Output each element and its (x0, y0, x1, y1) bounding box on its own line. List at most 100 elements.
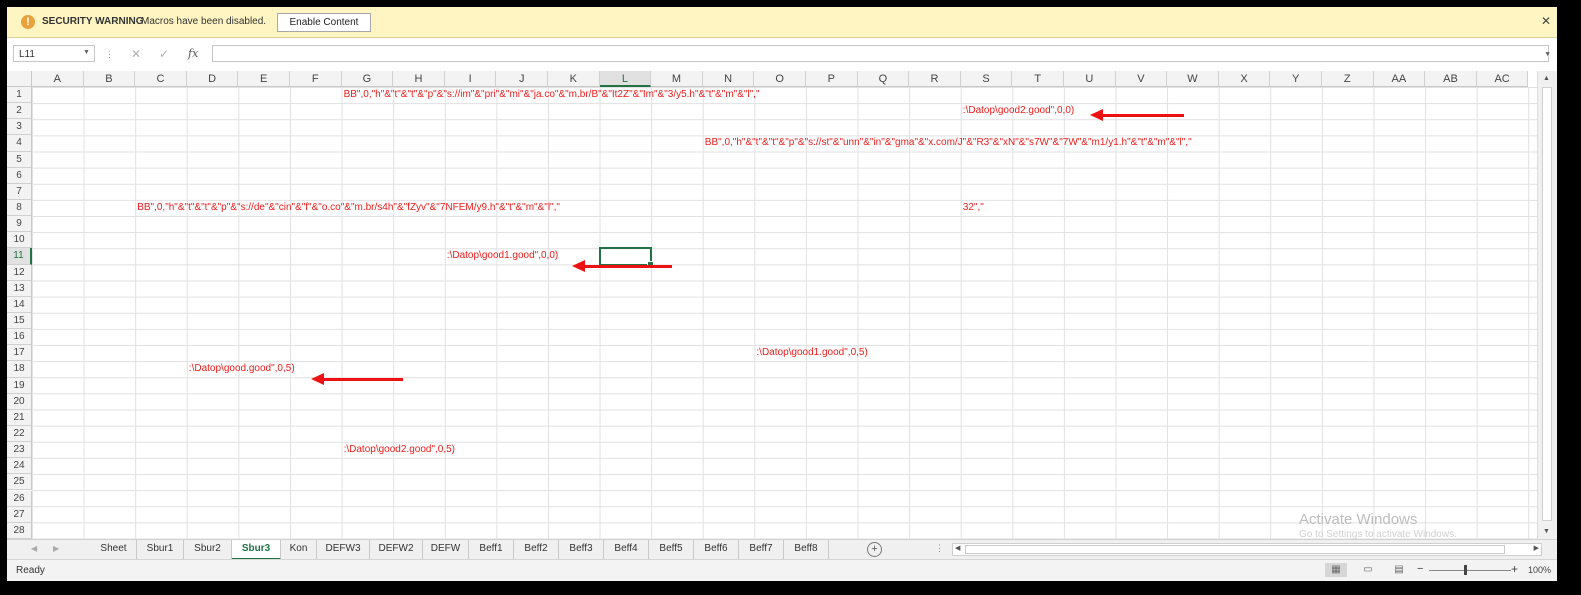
column-header-n[interactable]: N (702, 71, 755, 87)
column-header-c[interactable]: C (135, 71, 187, 87)
row-header-3[interactable]: 3 (7, 119, 32, 136)
zoom-slider-thumb[interactable] (1464, 565, 1467, 575)
cell-text[interactable]: :\Datop\good1.good",0,5) (756, 346, 867, 360)
horizontal-scroll-thumb[interactable] (965, 545, 1505, 554)
tab-defw[interactable]: DEFW (423, 540, 469, 559)
column-header-g[interactable]: G (341, 71, 394, 87)
row-header-8[interactable]: 8 (7, 199, 32, 217)
row-header-7[interactable]: 7 (7, 183, 32, 200)
column-header-x[interactable]: X (1218, 71, 1271, 87)
chevron-down-icon[interactable]: ▼ (1544, 51, 1551, 58)
row-header-22[interactable]: 22 (7, 425, 32, 443)
tab-beff6[interactable]: Beff6 (694, 540, 739, 559)
column-header-i[interactable]: I (444, 71, 497, 87)
tab-split-handle-icon[interactable]: ⋮ (935, 543, 944, 554)
cancel-icon[interactable]: ✕ (131, 47, 141, 61)
row-header-14[interactable]: 14 (7, 296, 32, 313)
tab-sheet[interactable]: Sheet (91, 540, 137, 559)
row-header-4[interactable]: 4 (7, 135, 32, 152)
scroll-up-icon[interactable]: ▲ (1543, 75, 1550, 82)
cell-text[interactable]: :\Datop\good2.good",0,5) (344, 443, 455, 457)
column-header-l[interactable]: L (599, 71, 652, 87)
column-header-w[interactable]: W (1167, 71, 1219, 87)
column-header-aa[interactable]: AA (1373, 71, 1426, 87)
row-header-15[interactable]: 15 (7, 312, 32, 330)
column-header-m[interactable]: M (651, 71, 703, 87)
tab-beff5[interactable]: Beff5 (649, 540, 694, 559)
column-header-z[interactable]: Z (1322, 71, 1374, 87)
scroll-down-icon[interactable]: ▼ (1543, 528, 1550, 535)
scroll-left-icon[interactable]: ◀ (955, 544, 960, 552)
column-header-e[interactable]: E (238, 71, 290, 87)
cell-text[interactable]: :\Datop\good2.good",0,0) (963, 104, 1074, 118)
row-header-17[interactable]: 17 (7, 345, 32, 362)
insert-function-icon[interactable]: fx (188, 47, 198, 60)
zoom-slider[interactable] (1429, 570, 1511, 571)
add-sheet-icon[interactable]: + (867, 542, 882, 557)
horizontal-scrollbar[interactable]: ◀ ▶ (952, 543, 1542, 556)
row-header-9[interactable]: 9 (7, 216, 32, 233)
vertical-scroll-thumb[interactable] (1542, 87, 1552, 521)
cell-text[interactable]: BB",0,"h"&"t"&"t"&"p"&"s://de"&"cin"&"f"… (137, 201, 560, 215)
column-header-ac[interactable]: AC (1476, 71, 1529, 87)
column-header-k[interactable]: K (548, 71, 600, 87)
cell-text[interactable]: BB",0,"h"&"t"&"t"&"p"&"s://st"&"unn"&"in… (705, 136, 1192, 150)
zoom-out-button[interactable]: − (1417, 563, 1423, 575)
column-header-v[interactable]: V (1115, 71, 1168, 87)
row-header-20[interactable]: 20 (7, 393, 32, 410)
page-break-view-icon[interactable]: ▤ (1388, 563, 1410, 577)
column-header-j[interactable]: J (496, 71, 548, 87)
row-header-25[interactable]: 25 (7, 474, 32, 491)
zoom-in-button[interactable]: + (1511, 562, 1518, 576)
cell-text[interactable]: :\Datop\good.good",0,5) (189, 362, 295, 376)
column-header-b[interactable]: B (83, 71, 136, 87)
drag-handle-icon[interactable]: ⋮ (105, 49, 114, 60)
column-header-p[interactable]: P (806, 71, 858, 87)
tab-sbur1[interactable]: Sbur1 (137, 540, 184, 559)
column-header-f[interactable]: F (290, 71, 342, 87)
vertical-scrollbar[interactable]: ▲ ▼ (1537, 71, 1557, 539)
row-header-28[interactable]: 28 (7, 522, 32, 539)
column-header-t[interactable]: T (1012, 71, 1064, 87)
row-header-10[interactable]: 10 (7, 232, 32, 249)
tab-defw2[interactable]: DEFW2 (370, 540, 423, 559)
row-header-1[interactable]: 1 (7, 87, 32, 104)
tab-beff1[interactable]: Beff1 (469, 540, 514, 559)
tab-scroll-right-icon[interactable]: ▶ (53, 544, 59, 553)
column-header-u[interactable]: U (1064, 71, 1116, 87)
zoom-level[interactable]: 100% (1528, 565, 1551, 575)
row-header-6[interactable]: 6 (7, 167, 32, 184)
column-header-h[interactable]: H (393, 71, 445, 87)
row-header-5[interactable]: 5 (7, 151, 32, 168)
select-all-corner[interactable] (7, 71, 32, 87)
tab-scroll-left-icon[interactable]: ◀ (31, 544, 37, 553)
row-header-19[interactable]: 19 (7, 377, 32, 394)
column-header-q[interactable]: Q (857, 71, 910, 87)
chevron-down-icon[interactable]: ▼ (83, 49, 90, 56)
cell-text[interactable]: 32"," (963, 201, 984, 215)
formula-input[interactable] (212, 45, 1549, 62)
normal-view-icon[interactable]: ▦ (1325, 563, 1347, 577)
row-header-13[interactable]: 13 (7, 280, 32, 297)
cell-text[interactable]: BB",0,"h"&"t"&"t"&"p"&"s://im"&"pri"&"mi… (344, 88, 760, 102)
tab-sbur3[interactable]: Sbur3 (232, 540, 281, 560)
scroll-right-icon[interactable]: ▶ (1534, 544, 1539, 552)
row-header-11[interactable]: 11 (7, 248, 32, 265)
column-header-r[interactable]: R (909, 71, 961, 87)
tab-beff3[interactable]: Beff3 (559, 540, 604, 559)
row-header-16[interactable]: 16 (7, 329, 32, 346)
row-header-24[interactable]: 24 (7, 458, 32, 475)
column-header-s[interactable]: S (960, 71, 1013, 87)
active-cell-selection[interactable] (598, 247, 655, 268)
column-header-a[interactable]: A (32, 71, 84, 87)
tab-beff2[interactable]: Beff2 (514, 540, 559, 559)
cell-area[interactable]: BB",0,"h"&"t"&"t"&"p"&"s://im"&"pri"&"mi… (32, 87, 1537, 539)
tab-beff7[interactable]: Beff7 (739, 540, 784, 559)
tab-beff8[interactable]: Beff8 (784, 540, 829, 559)
row-header-12[interactable]: 12 (7, 264, 32, 281)
tab-sbur2[interactable]: Sbur2 (184, 540, 232, 559)
column-header-ab[interactable]: AB (1425, 71, 1477, 87)
row-header-23[interactable]: 23 (7, 442, 32, 459)
row-header-18[interactable]: 18 (7, 361, 32, 378)
column-header-d[interactable]: D (186, 71, 239, 87)
